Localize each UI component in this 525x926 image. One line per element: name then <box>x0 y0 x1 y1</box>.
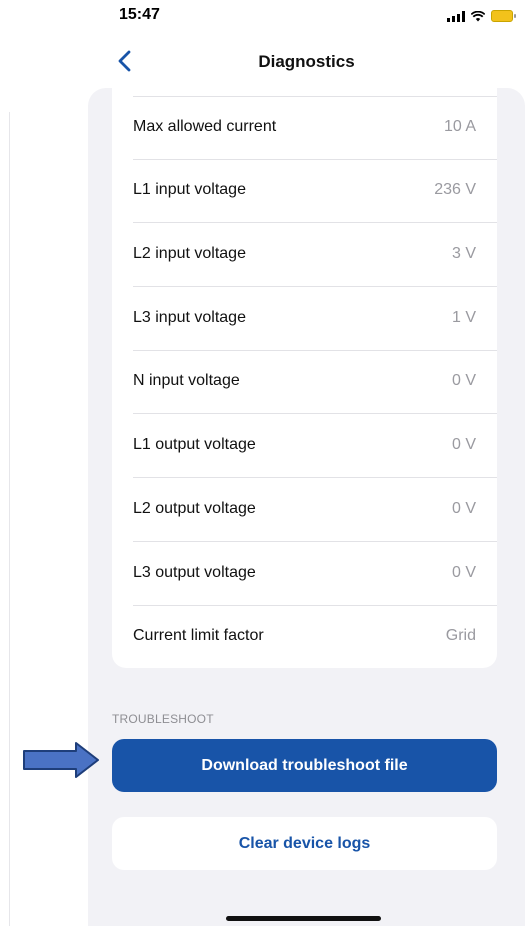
status-time: 15:47 <box>119 6 160 23</box>
row-label: L2 input voltage <box>133 245 246 262</box>
list-item: L3 output voltage 0 V <box>112 543 497 606</box>
content-area[interactable]: Max allowed current 10 A L1 input voltag… <box>88 88 525 926</box>
row-value: 0 V <box>451 436 476 453</box>
row-label: Current limit factor <box>133 627 264 644</box>
download-troubleshoot-button[interactable]: Download troubleshoot file <box>112 739 497 792</box>
row-label: L1 input voltage <box>133 181 246 198</box>
row-value: 10 A <box>443 118 476 135</box>
row-label: L3 output voltage <box>133 564 256 581</box>
wifi-icon <box>471 10 485 21</box>
divider <box>133 541 497 542</box>
status-bar: 15:47 <box>88 0 525 36</box>
list-item: N input voltage 0 V <box>112 351 497 414</box>
row-value: Grid <box>445 627 476 644</box>
row-label: Max allowed current <box>133 118 277 135</box>
status-icons <box>447 10 516 22</box>
row-value: 236 V <box>434 181 476 198</box>
row-value: 0 V <box>451 500 476 517</box>
row-value: 0 V <box>451 564 476 581</box>
list-item: L3 input voltage 1 V <box>112 288 497 351</box>
divider <box>133 477 497 478</box>
background-panel <box>0 112 10 926</box>
page-title: Diagnostics <box>258 52 355 71</box>
list-item: L1 input voltage 236 V <box>112 160 497 223</box>
list-item: L1 output voltage 0 V <box>112 415 497 478</box>
annotation-arrow-icon <box>23 742 99 778</box>
row-value: 0 V <box>451 372 476 389</box>
clear-device-logs-button[interactable]: Clear device logs <box>112 817 497 870</box>
diagnostics-list: Max allowed current 10 A L1 input voltag… <box>112 88 497 668</box>
row-label: L1 output voltage <box>133 436 256 453</box>
home-indicator <box>226 916 381 921</box>
row-label: N input voltage <box>133 372 240 389</box>
signal-icon <box>447 10 465 22</box>
battery-icon <box>491 10 516 22</box>
row-label: L2 output voltage <box>133 500 256 517</box>
list-item: Current limit factor Grid <box>112 606 497 668</box>
divider <box>133 222 497 223</box>
navigation-bar: Diagnostics <box>88 44 525 80</box>
row-value: 1 V <box>451 309 476 326</box>
divider <box>133 286 497 287</box>
divider <box>133 413 497 414</box>
list-item: L2 input voltage 3 V <box>112 224 497 287</box>
row-label: L3 input voltage <box>133 309 246 326</box>
list-item: L2 output voltage 0 V <box>112 479 497 542</box>
row-value: 3 V <box>451 245 476 262</box>
section-header-troubleshoot: TROUBLESHOOT <box>112 712 214 726</box>
list-item: Max allowed current 10 A <box>112 97 497 160</box>
phone-screen: 15:47 Diagnostics Max allowed current 10… <box>88 0 525 926</box>
